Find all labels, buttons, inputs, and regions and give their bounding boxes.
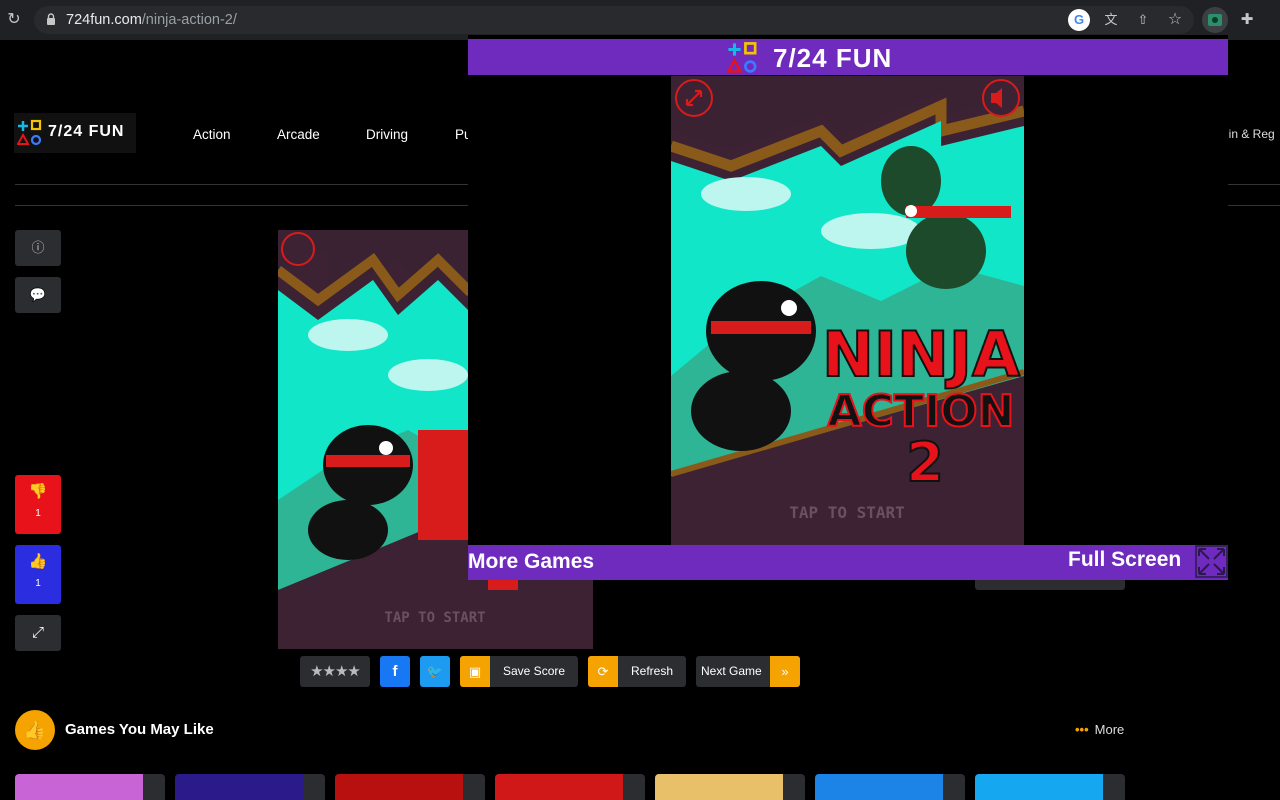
thumbs-up-icon: 👍: [15, 710, 55, 750]
game-thumbnail[interactable]: [175, 774, 325, 800]
facebook-icon: f: [392, 663, 398, 680]
save-icon: ▣: [460, 656, 490, 687]
nav-arcade[interactable]: Arcade: [277, 127, 320, 142]
section-title: Games You May Like: [65, 721, 214, 738]
title-number: 2: [906, 431, 944, 494]
logo-text: 7/24 FUN: [48, 123, 125, 140]
twitter-share-button[interactable]: 🐦: [420, 656, 450, 687]
next-game-label: Next Game: [701, 664, 762, 678]
comment-icon: 💬: [29, 287, 47, 302]
next-game-button[interactable]: Next Game »: [696, 656, 800, 687]
nav-action[interactable]: Action: [193, 127, 231, 142]
site-logo[interactable]: 7/24 FUN: [14, 113, 136, 153]
title-action: ACTION: [828, 386, 1015, 437]
logo-shapes-icon: [17, 119, 42, 146]
game-thumbnail[interactable]: [335, 774, 485, 800]
full-screen-button[interactable]: Full Screen: [1068, 548, 1181, 572]
reload-icon[interactable]: ↻: [4, 10, 24, 30]
translate-icon[interactable]: 文: [1100, 9, 1122, 31]
thumbs-down-icon: 👎: [28, 483, 48, 500]
puzzle-extensions-icon[interactable]: ✚: [1236, 9, 1258, 31]
overlay-footer: More Games Full Screen: [468, 545, 1228, 580]
address-bar[interactable]: 724fun.com/ninja-action-2/: [34, 6, 1194, 34]
more-link[interactable]: ••• More: [1075, 722, 1124, 737]
share-icon[interactable]: ⇧: [1132, 9, 1154, 31]
dislike-count: 1: [35, 508, 41, 519]
url-path: /ninja-action-2/: [141, 12, 237, 28]
tap-to-start-text: TAP TO START: [789, 503, 905, 522]
next-arrow-icon: »: [770, 656, 800, 687]
comments-button[interactable]: 💬: [15, 277, 61, 313]
overlay-header: 7/24 FUN: [468, 39, 1228, 75]
refresh-icon: ⟳: [588, 656, 618, 687]
nav-driving[interactable]: Driving: [366, 127, 408, 142]
refresh-label: Refresh: [631, 664, 674, 678]
refresh-button[interactable]: ⟳ Refresh: [588, 656, 686, 687]
ninja-action-title-screen: NINJA ACTION 2 TAP TO START: [671, 76, 1024, 545]
bookmark-star-icon[interactable]: ☆: [1164, 9, 1186, 31]
full-screen-icon[interactable]: [1195, 545, 1228, 578]
twitter-icon: 🐦: [426, 664, 444, 679]
game-popup-overlay: 7/24 FUN NINJA ACTION 2 TAP TO START Mor…: [468, 35, 1228, 580]
expand-icon: ⤢: [31, 624, 44, 641]
lock-icon: [47, 13, 55, 25]
save-score-label: Save Score: [503, 664, 566, 678]
game-thumbnail[interactable]: [15, 774, 165, 800]
google-icon[interactable]: G: [1068, 9, 1090, 31]
overlay-game-canvas[interactable]: NINJA ACTION 2 TAP TO START: [671, 76, 1024, 545]
save-score-button[interactable]: ▣ Save Score: [460, 656, 578, 687]
logo-shapes-icon: [726, 42, 757, 73]
browser-toolbar: ↻ 724fun.com/ninja-action-2/ G 文 ⇧ ☆ ✚: [0, 0, 1280, 40]
fullscreen-toggle-button[interactable]: ⤢: [15, 615, 61, 651]
thumbs-up-icon: 👍: [28, 553, 48, 570]
extension-active-icon[interactable]: [1202, 7, 1228, 33]
login-register-link[interactable]: gin & Reg: [1222, 127, 1275, 141]
more-games-button[interactable]: More Games: [468, 550, 594, 574]
url-text: 724fun.com/ninja-action-2/: [66, 6, 237, 34]
dislike-button[interactable]: 👎 1: [15, 475, 61, 534]
game-thumbnail[interactable]: [495, 774, 645, 800]
url-host: 724fun.com: [66, 12, 142, 28]
like-count: 1: [35, 578, 41, 589]
rating-stars[interactable]: ★★★★: [300, 656, 370, 687]
game-thumbnail[interactable]: [975, 774, 1125, 800]
game-thumbnail[interactable]: [815, 774, 965, 800]
more-dots-icon: •••: [1075, 722, 1089, 737]
like-button[interactable]: 👍 1: [15, 545, 61, 604]
overlay-title: 7/24 FUN: [773, 43, 893, 73]
facebook-share-button[interactable]: f: [380, 656, 410, 687]
info-icon: ⓘ: [31, 240, 45, 255]
tap-to-start-text: TAP TO START: [384, 610, 485, 626]
game-thumbnail[interactable]: [655, 774, 805, 800]
more-label: More: [1094, 722, 1125, 737]
title-ninja: NINJA: [822, 318, 1020, 391]
info-button[interactable]: ⓘ: [15, 230, 61, 266]
